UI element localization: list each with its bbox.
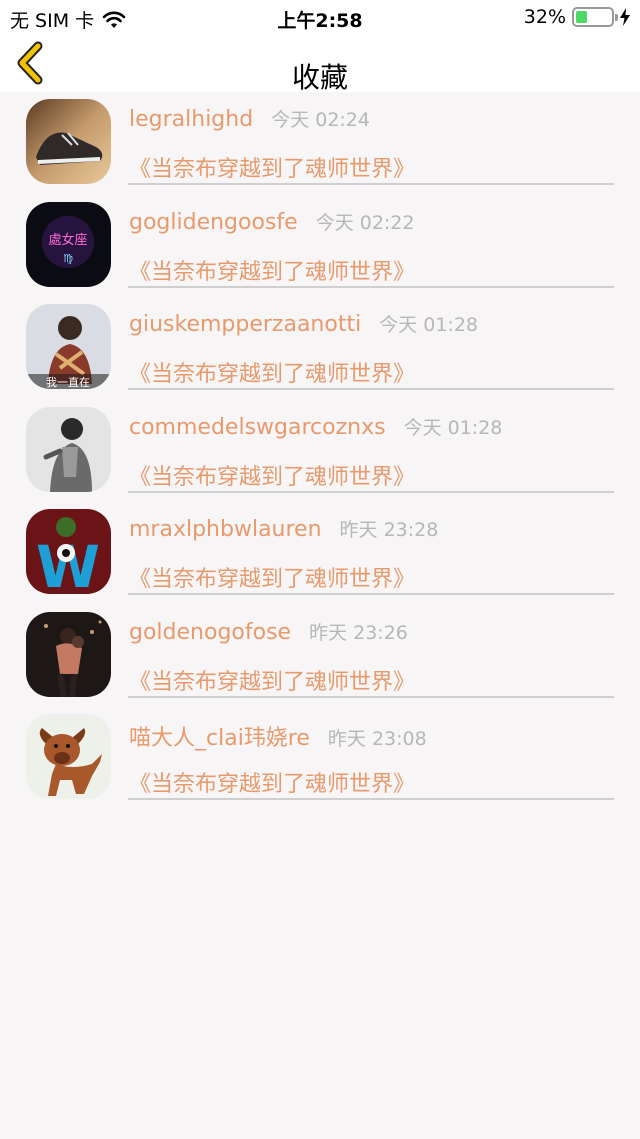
username[interactable]: goglidengoosfe [129,210,298,235]
list-item[interactable]: 我一直在 giuskempperzaanotti 今天 01:28 《当奈布穿越到了魂… [0,297,640,400]
navigation-bar: 收藏 [0,36,640,94]
avatar[interactable]: 處女座 ♍ [26,201,111,287]
battery-percent: 32% [523,6,566,28]
row-header: goglidengoosfe 今天 02:22 [129,208,414,235]
list-item[interactable]: 喵大人_clai玮娆re 昨天 23:08 《当奈布穿越到了魂师世界》 [0,707,640,810]
avatar-image [26,99,111,184]
avatar[interactable] [26,406,111,492]
divider [128,388,614,390]
divider [128,183,614,185]
timestamp: 今天 02:22 [315,211,415,234]
list-item[interactable]: 處女座 ♍ goglidengoosfe 今天 02:22 《当奈布穿越到了魂师世界》 [0,195,640,298]
row-header: commedelswgarcoznxs 今天 01:28 [129,413,502,440]
status-right: 32% [524,6,630,28]
avatar-image: W [26,509,111,594]
list-item[interactable]: commedelswgarcoznxs 今天 01:28 《当奈布穿越到了魂师世界》 [0,400,640,503]
battery-nub [615,14,618,21]
avatar-image [26,611,111,697]
avatar[interactable]: 我一直在 [26,304,111,389]
divider [128,490,614,493]
timestamp: 今天 01:28 [403,416,503,439]
page-title: 收藏 [291,61,348,94]
avatar-image [26,714,111,799]
avatar-caption: 我一直在 [46,375,90,389]
timestamp: 昨天 23:26 [309,621,408,644]
list-item[interactable]: goldenogofose 昨天 23:26 《当奈布穿越到了魂师世界》 [0,605,640,708]
avatar[interactable] [26,714,111,799]
username[interactable]: giuskempperzaanotti [129,312,361,337]
svg-text:♍: ♍ [63,252,73,265]
book-title[interactable]: 《当奈布穿越到了魂师世界》 [129,356,415,388]
book-title[interactable]: 《当奈布穿越到了魂师世界》 [129,151,415,183]
avatar[interactable] [26,99,111,184]
timestamp: 今天 01:28 [379,314,478,336]
avatar-image: 處女座 ♍ [26,201,111,287]
divider [128,798,614,800]
book-title[interactable]: 《当奈布穿越到了魂师世界》 [129,459,415,491]
divider [128,593,614,595]
battery-level [576,11,587,23]
timestamp: 昨天 23:28 [339,519,439,541]
timestamp: 昨天 23:08 [327,728,427,750]
battery-icon [572,7,618,27]
avatar-image [26,406,111,492]
row-header: giuskempperzaanotti 今天 01:28 [129,310,478,337]
username[interactable]: goldenogofose [129,620,291,645]
divider [128,695,614,698]
avatar[interactable]: W [26,509,111,594]
status-bar: 无 SIM 卡 上午2:58 32% [0,0,640,36]
avatar[interactable] [26,611,111,697]
book-title[interactable]: 《当奈布穿越到了魂师世界》 [129,766,415,798]
username[interactable]: 喵大人_clai玮娆re [129,720,310,752]
row-header: mraxlphbwlauren 昨天 23:28 [129,515,438,542]
row-header: goldenogofose 昨天 23:26 [129,618,408,645]
favorites-list: legralhighd 今天 02:24 《当奈布穿越到了魂师世界》 處女座 ♍ gogl… [0,92,640,810]
avatar-image: 我一直在 [26,304,111,389]
username[interactable]: commedelswgarcoznxs [129,415,386,440]
book-title[interactable]: 《当奈布穿越到了魂师世界》 [129,254,415,286]
row-header: legralhighd 今天 02:24 [129,105,370,132]
username[interactable]: legralhighd [129,107,253,132]
row-header: 喵大人_clai玮娆re 昨天 23:08 [129,720,427,752]
book-title[interactable]: 《当奈布穿越到了魂师世界》 [129,561,415,593]
divider [128,285,614,288]
avatar-caption: 處女座 [48,232,87,248]
list-item[interactable]: Wmraxlphbwlauren 昨天 23:28 《当奈布穿越到了魂师世界》 [0,502,640,605]
book-title[interactable]: 《当奈布穿越到了魂师世界》 [129,664,415,696]
username[interactable]: mraxlphbwlauren [129,517,322,542]
charging-icon [620,8,630,26]
timestamp: 今天 02:24 [271,109,370,131]
list-item[interactable]: legralhighd 今天 02:24 《当奈布穿越到了魂师世界》 [0,92,640,195]
avatar-caption: W [36,533,100,594]
